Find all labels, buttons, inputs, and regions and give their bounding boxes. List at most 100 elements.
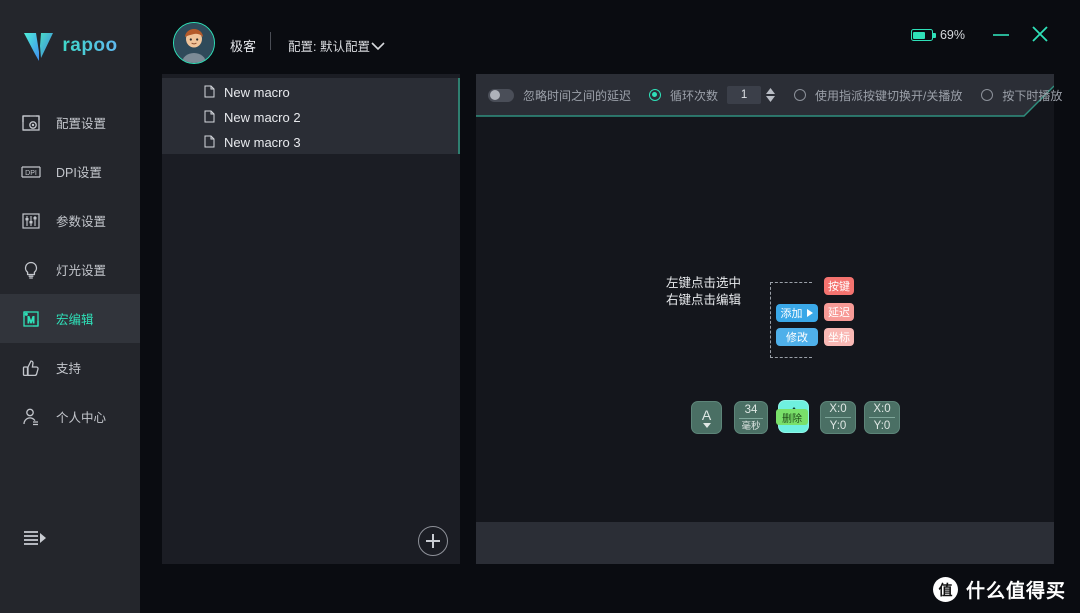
list-item-label: New macro (224, 85, 290, 100)
loop-count-value[interactable]: 1 (727, 86, 762, 104)
lighting-settings-icon (20, 259, 42, 281)
hint-line-2: 右键点击编辑 (666, 293, 742, 307)
toggle-play-radio[interactable] (794, 89, 807, 101)
node-coord-y: Y:0 (873, 420, 891, 432)
delete-node-button[interactable]: 删除 (776, 409, 808, 425)
sidebar-item-support[interactable]: 支持 (0, 343, 140, 392)
menu-key-button[interactable]: 按键 (824, 277, 854, 295)
watermark-logo-icon: 值 (932, 577, 958, 602)
arrow-down-icon (702, 422, 711, 428)
rapoo-macro-editor-window: rapoo 配置设置 DPI DPI设置 参数设置 灯光设置 M 宏编辑 支持 … (0, 0, 1080, 613)
list-item[interactable]: New macro 3 (162, 130, 460, 155)
macro-editor-panel: 忽略时间之间的延迟 循环次数 1 使用指派按键切换开/关播放 按下时播放 左键点… (476, 74, 1062, 564)
brand-name: rapoo (62, 35, 118, 56)
macro-editor-icon: M (20, 308, 42, 330)
watermark: 值 什么值得买 (932, 576, 1066, 603)
menu-modify-label: 修改 (786, 332, 808, 344)
battery-status: 69% (910, 28, 965, 42)
menu-coord-label: 坐标 (828, 332, 850, 344)
menu-add-button[interactable]: 添加 (776, 304, 818, 322)
node-divider (739, 417, 763, 419)
sidebar-item-dpi-settings[interactable]: DPI DPI设置 (0, 147, 140, 196)
loop-count-radio[interactable] (649, 89, 662, 101)
sidebar-item-lighting-settings[interactable]: 灯光设置 (0, 245, 140, 294)
menu-modify-button[interactable]: 修改 (776, 328, 818, 346)
file-icon (204, 110, 215, 126)
menu-delay-label: 延迟 (828, 307, 850, 319)
node-coord-x: X:0 (829, 403, 847, 415)
editor-footer-bar (476, 522, 1054, 564)
sidebar-item-label: 支持 (56, 362, 82, 376)
chevron-down-icon[interactable] (370, 38, 386, 56)
spinner-down-icon (766, 96, 776, 102)
sidebar-item-label: 灯光设置 (56, 264, 107, 278)
sidebar-item-label: DPI设置 (56, 166, 102, 180)
watermark-text: 什么值得买 (965, 581, 1066, 602)
caret-right-icon (806, 309, 813, 317)
toolbar-controls: 忽略时间之间的延迟 循环次数 1 使用指派按键切换开/关播放 按下时播放 (476, 74, 1062, 116)
node-delay-value: 34 (744, 403, 758, 416)
macro-canvas[interactable]: 左键点击选中 右键点击编辑 添加 修改 按键 延迟 坐标 A 34 毫秒 X:0… (476, 116, 1054, 564)
macro-node-delay[interactable]: 34 毫秒 (734, 401, 768, 434)
sidebar: rapoo 配置设置 DPI DPI设置 参数设置 灯光设置 M 宏编辑 支持 … (0, 0, 140, 613)
delete-node-label: 删除 (782, 413, 802, 425)
list-item-label: New macro 3 (224, 135, 301, 150)
sidebar-item-macro-editor[interactable]: M 宏编辑 (0, 294, 140, 343)
minimize-icon[interactable] (990, 26, 1012, 44)
menu-coord-button[interactable]: 坐标 (824, 328, 854, 346)
menu-delay-button[interactable]: 延迟 (824, 303, 854, 321)
battery-label: 69% (939, 28, 965, 42)
ignore-delay-label: 忽略时间之间的延迟 (523, 88, 632, 103)
close-icon[interactable] (1028, 22, 1052, 46)
sidebar-item-config-settings[interactable]: 配置设置 (0, 98, 140, 147)
sidebar-item-label: 个人中心 (56, 411, 107, 425)
hold-play-label: 按下时播放 (1002, 88, 1063, 103)
list-item[interactable]: New macro (162, 80, 460, 105)
svg-text:M: M (27, 315, 35, 325)
sidebar-item-user-profile[interactable]: 个人中心 (0, 392, 140, 441)
macro-node-coordinate[interactable]: X:0 Y:0 (820, 401, 856, 434)
ignore-delay-toggle[interactable] (488, 88, 514, 102)
hold-play-radio[interactable] (981, 89, 994, 101)
list-item[interactable]: New macro 2 (162, 105, 460, 130)
sidebar-nav: 配置设置 DPI DPI设置 参数设置 灯光设置 M 宏编辑 支持 个人中心 (0, 98, 140, 441)
rapoo-v-logo-icon (22, 30, 56, 62)
node-divider (825, 417, 851, 418)
thumbs-up-icon (20, 357, 42, 379)
node-key-label: A (701, 406, 712, 423)
list-item-label: New macro 2 (224, 110, 301, 125)
dpi-settings-icon: DPI (20, 161, 42, 183)
profile-config-label: 配置: 默认配置 (288, 40, 370, 54)
menu-add-label: 添加 (780, 308, 803, 320)
add-macro-button[interactable] (418, 526, 448, 556)
spinner-up-icon (766, 88, 776, 94)
loop-count-stepper[interactable]: 1 (727, 86, 776, 104)
collapse-menu-icon[interactable] (22, 527, 52, 551)
avatar[interactable] (173, 22, 215, 64)
loop-count-label: 循环次数 (670, 88, 719, 103)
canvas-hint-text: 左键点击选中 右键点击编辑 (666, 275, 741, 309)
titlebar-divider (270, 32, 271, 50)
loop-count-spinner-arrows[interactable] (766, 88, 776, 102)
user-profile-icon (20, 406, 42, 428)
macro-node-key-down[interactable]: A (691, 401, 722, 434)
sidebar-item-label: 配置设置 (56, 117, 107, 131)
macro-node-coordinate[interactable]: X:0 Y:0 (864, 401, 900, 434)
sidebar-item-label: 宏编辑 (56, 313, 94, 327)
sidebar-item-parameter-settings[interactable]: 参数设置 (0, 196, 140, 245)
node-coord-x: X:0 (873, 403, 891, 415)
sidebar-item-label: 参数设置 (56, 215, 107, 229)
file-icon (204, 135, 215, 151)
parameter-settings-icon (20, 210, 42, 232)
profile-name: 极客 (230, 39, 257, 54)
config-settings-icon (20, 112, 42, 134)
macro-list: New macro New macro 2 New macro 3 (162, 74, 460, 155)
macro-list-panel: New macro New macro 2 New macro 3 (162, 74, 460, 564)
node-coord-y: Y:0 (829, 420, 847, 432)
node-delay-unit: 毫秒 (741, 420, 761, 432)
menu-key-label: 按键 (828, 281, 850, 293)
node-divider (869, 417, 895, 418)
brand-logo: rapoo (0, 0, 140, 92)
file-icon (204, 85, 215, 101)
battery-icon (910, 29, 936, 41)
